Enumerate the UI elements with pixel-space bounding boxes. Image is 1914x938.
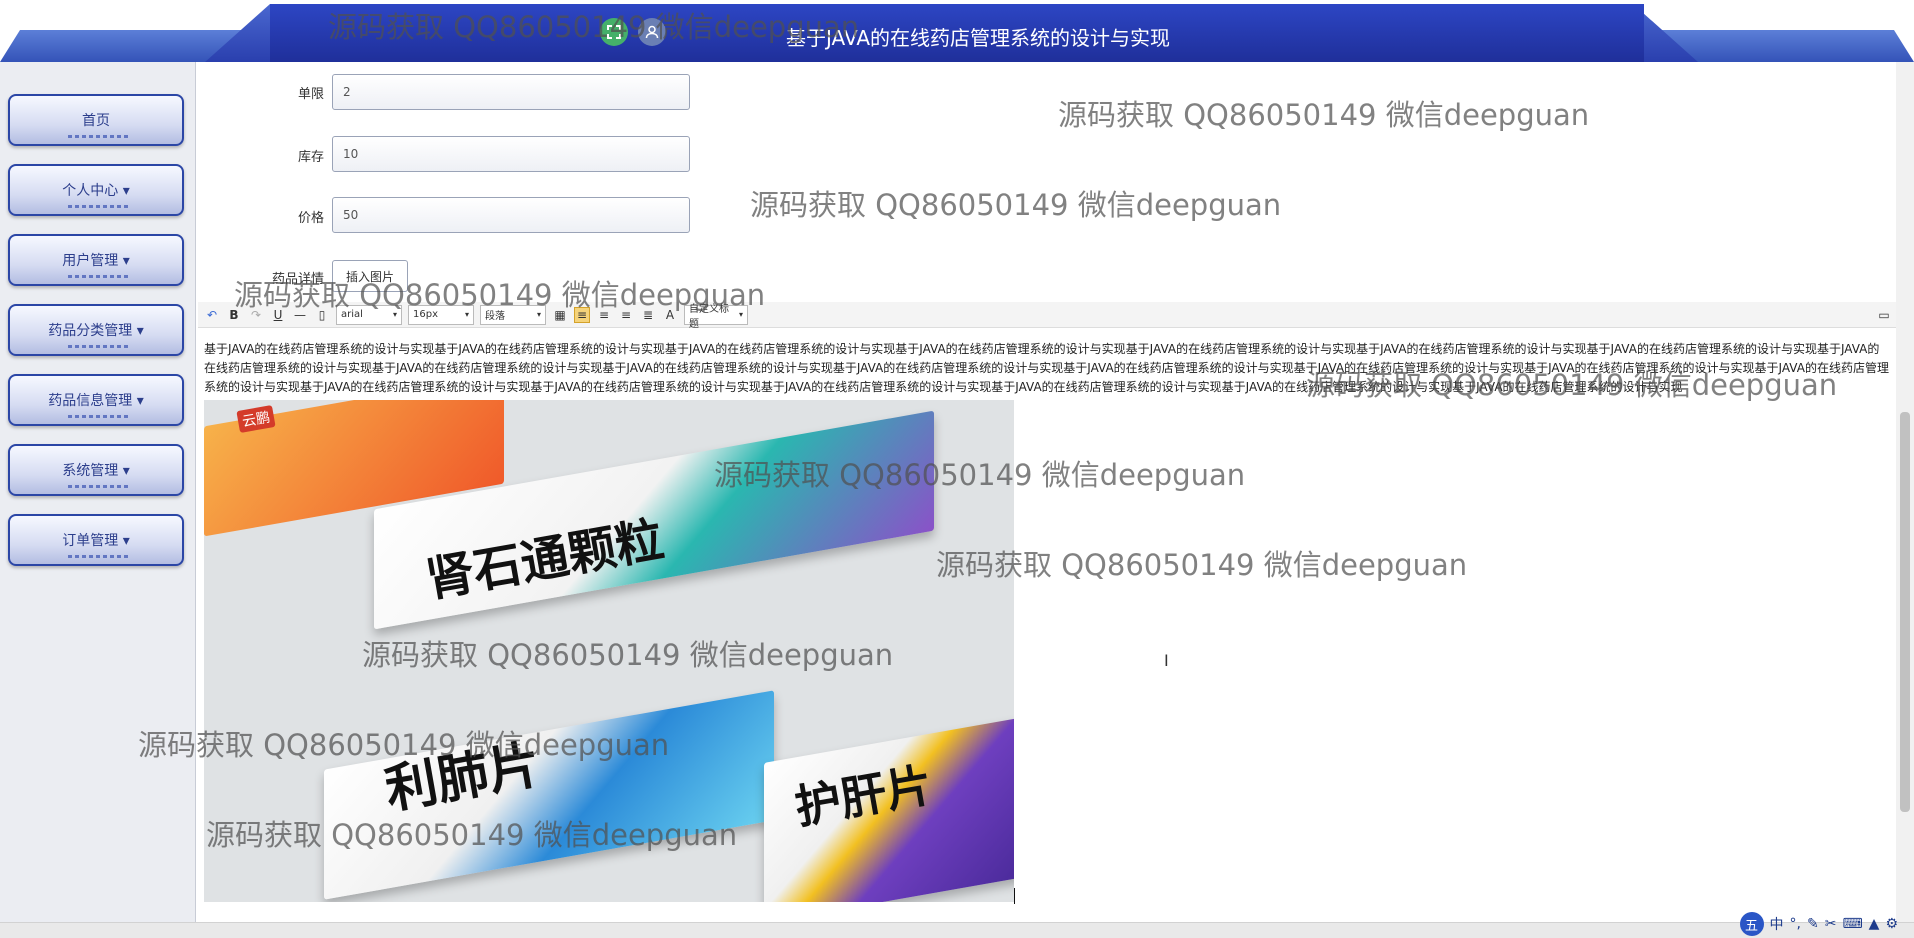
limit-input[interactable]: 2 [332, 74, 690, 110]
text-cursor [1014, 888, 1015, 904]
sidebar-item-personal-center[interactable]: 个人中心 ▾ [8, 164, 184, 216]
custom-heading-select[interactable]: 自定义标题 ▾ [684, 304, 748, 330]
nav-dots-decor [68, 205, 128, 208]
undo-icon[interactable]: ↶ [204, 307, 220, 323]
nav-dots-decor [68, 275, 128, 278]
align-right-icon[interactable]: ≡ [618, 307, 634, 323]
horizontal-scrollbar[interactable] [0, 922, 1914, 938]
font-size-select[interactable]: 16px ▾ [408, 304, 474, 325]
redo-icon[interactable]: ↷ [248, 307, 264, 323]
chevron-down-icon: ▾ [738, 310, 743, 319]
paragraph-select[interactable]: 段落 ▾ [480, 304, 546, 325]
editor-toolbar: ↶ B ↷ U — ▯ arial ▾ 16px ▾ 段落 ▾ ▦ ≡ ≡ ≡ ≣ A… [198, 302, 1896, 330]
sidebar: 首页 个人中心 ▾ 用户管理 ▾ 药品分类管理 ▾ 药品信息管理 ▾ 系统管理 … [0, 62, 196, 938]
page-title: 基于JAVA的在线药店管理系统的设计与实现 [786, 26, 1171, 50]
chevron-down-icon: ▾ [464, 310, 469, 319]
scissors-icon[interactable]: ✂ [1825, 916, 1837, 932]
nav-dots-decor [68, 345, 128, 348]
watermark-text: 源码获取 QQ86050149 微信deepguan [750, 188, 1282, 222]
chevron-down-icon: ▾ [392, 310, 397, 319]
fullscreen-icon[interactable]: ▭ [1876, 307, 1892, 323]
scrollbar-thumb[interactable] [1900, 412, 1910, 812]
bold-icon[interactable]: B [226, 307, 242, 323]
insert-image-button[interactable]: 插入图片 [332, 260, 408, 292]
pen-icon[interactable]: ✎ [1807, 916, 1819, 932]
custom-heading-value: 自定义标题 [689, 303, 729, 330]
shirt-icon[interactable]: ▲ [1869, 916, 1880, 932]
font-color-icon[interactable]: A [662, 307, 678, 323]
font-size-value: 16px [413, 309, 438, 320]
font-family-value: arial [341, 309, 363, 320]
nav-dots-decor [68, 415, 128, 418]
nav-dots-decor [68, 555, 128, 558]
price-input[interactable]: 50 [332, 197, 690, 233]
gear-icon[interactable]: ⚙ [1885, 916, 1898, 932]
sidebar-item-system[interactable]: 系统管理 ▾ [8, 444, 184, 496]
detail-label: 药品详情 [271, 272, 324, 287]
sidebar-item-label: 首页 [82, 113, 110, 129]
sidebar-item-label: 药品分类管理 ▾ [48, 323, 144, 339]
ime-lang[interactable]: 中 [1770, 914, 1784, 934]
sidebar-item-label: 用户管理 ▾ [62, 253, 130, 269]
sidebar-item-label: 订单管理 ▾ [62, 533, 130, 549]
product-image: 肾石通颗粒 利肺片 护肝片 云鹏 [204, 400, 1014, 902]
price-label: 价格 [297, 211, 324, 226]
underline-icon[interactable]: U [270, 307, 286, 323]
editor-content[interactable]: 基于JAVA的在线药店管理系统的设计与实现基于JAVA的在线药店管理系统的设计与… [204, 340, 1890, 397]
stock-label: 库存 [297, 150, 324, 165]
fullscreen-icon[interactable] [600, 18, 628, 46]
paste-icon[interactable]: ▯ [314, 307, 330, 323]
hr-icon[interactable]: — [292, 307, 308, 323]
keyboard-icon[interactable]: ⌨ [1842, 916, 1862, 932]
stock-input[interactable]: 10 [332, 136, 690, 172]
align-left-icon[interactable]: ≡ [574, 306, 590, 323]
sidebar-item-label: 个人中心 ▾ [62, 183, 130, 199]
watermark-text: 源码获取 QQ86050149 微信deepguan [936, 548, 1468, 582]
watermark-text: 源码获取 QQ86050149 微信deepguan [1058, 98, 1590, 132]
sidebar-item-home[interactable]: 首页 [8, 94, 184, 146]
punctuation-icon[interactable]: °, [1790, 916, 1801, 932]
sidebar-item-label: 系统管理 ▾ [62, 463, 130, 479]
align-center-icon[interactable]: ≡ [596, 307, 612, 323]
font-family-select[interactable]: arial ▾ [336, 304, 402, 325]
ime-logo-icon[interactable]: 五 [1739, 912, 1764, 936]
sidebar-item-orders[interactable]: 订单管理 ▾ [8, 514, 184, 566]
ime-toolbar: 五 中 °, ✎ ✂ ⌨ ▲ ⚙ [1739, 912, 1898, 936]
vertical-scrollbar[interactable] [1896, 62, 1914, 922]
app-header: 基于JAVA的在线药店管理系统的设计与实现 [0, 0, 1914, 62]
limit-label: 单限 [297, 87, 324, 102]
sidebar-item-user-management[interactable]: 用户管理 ▾ [8, 234, 184, 286]
sidebar-item-drug-category[interactable]: 药品分类管理 ▾ [8, 304, 184, 356]
sidebar-item-label: 药品信息管理 ▾ [48, 393, 144, 409]
nav-dots-decor [68, 485, 128, 488]
chevron-down-icon: ▾ [536, 310, 541, 319]
ibeam-cursor-icon: I [1164, 651, 1169, 670]
nav-dots-decor [68, 135, 128, 138]
justify-icon[interactable]: ≣ [640, 307, 656, 323]
paragraph-value: 段落 [485, 311, 505, 322]
user-icon[interactable] [638, 18, 666, 46]
table-icon[interactable]: ▦ [552, 307, 568, 323]
sidebar-item-drug-info[interactable]: 药品信息管理 ▾ [8, 374, 184, 426]
